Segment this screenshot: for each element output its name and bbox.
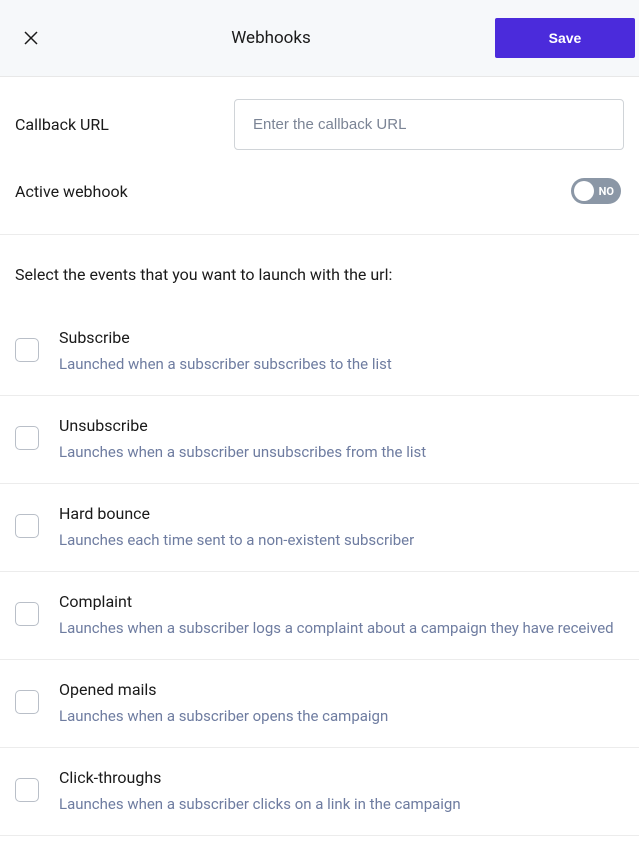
event-checkbox[interactable] (15, 690, 39, 714)
event-checkbox[interactable] (15, 426, 39, 450)
active-webhook-toggle[interactable]: NO (571, 178, 621, 204)
active-webhook-row: Active webhook NO (0, 168, 639, 235)
event-desc: Launches when a subscriber opens the cam… (59, 707, 624, 725)
event-row-unsubscribe: Unsubscribe Launches when a subscriber u… (0, 396, 639, 484)
toggle-state-label: NO (599, 185, 614, 198)
page-title: Webhooks (47, 28, 495, 48)
event-row-hard-bounce: Hard bounce Launches each time sent to a… (0, 484, 639, 572)
event-checkbox[interactable] (15, 778, 39, 802)
callback-url-row: Callback URL (0, 77, 639, 168)
event-row-click-throughs: Click-throughs Launches when a subscribe… (0, 748, 639, 836)
event-checkbox[interactable] (15, 338, 39, 362)
event-title: Complaint (59, 592, 624, 611)
event-content: Hard bounce Launches each time sent to a… (59, 504, 624, 549)
event-content: Complaint Launches when a subscriber log… (59, 592, 624, 637)
event-title: Unsubscribe (59, 416, 624, 435)
event-title: Subscribe (59, 328, 624, 347)
event-desc: Launches when a subscriber logs a compla… (59, 619, 624, 637)
event-desc: Launches when a subscriber unsubscribes … (59, 443, 624, 461)
event-content: Subscribe Launched when a subscriber sub… (59, 328, 624, 373)
toggle-knob (574, 181, 594, 201)
event-checkbox[interactable] (15, 514, 39, 538)
event-content: Unsubscribe Launches when a subscriber u… (59, 416, 624, 461)
callback-url-input[interactable] (234, 99, 624, 150)
event-desc: Launches when a subscriber clicks on a l… (59, 795, 624, 813)
event-content: Opened mails Launches when a subscriber … (59, 680, 624, 725)
save-button[interactable]: Save (495, 18, 635, 58)
event-content: Click-throughs Launches when a subscribe… (59, 768, 624, 813)
header-bar: Webhooks Save (0, 0, 639, 77)
callback-url-label: Callback URL (15, 115, 109, 134)
event-row-opened-mails: Opened mails Launches when a subscriber … (0, 660, 639, 748)
event-checkbox[interactable] (15, 602, 39, 626)
event-desc: Launched when a subscriber subscribes to… (59, 355, 624, 373)
close-button[interactable] (15, 22, 47, 54)
event-title: Opened mails (59, 680, 624, 699)
event-desc: Launches each time sent to a non-existen… (59, 531, 624, 549)
event-title: Click-throughs (59, 768, 624, 787)
event-title: Hard bounce (59, 504, 624, 523)
events-heading: Select the events that you want to launc… (0, 235, 639, 308)
event-row-subscribe: Subscribe Launched when a subscriber sub… (0, 308, 639, 396)
active-webhook-label: Active webhook (15, 182, 128, 201)
close-icon (22, 29, 40, 47)
event-row-complaint: Complaint Launches when a subscriber log… (0, 572, 639, 660)
